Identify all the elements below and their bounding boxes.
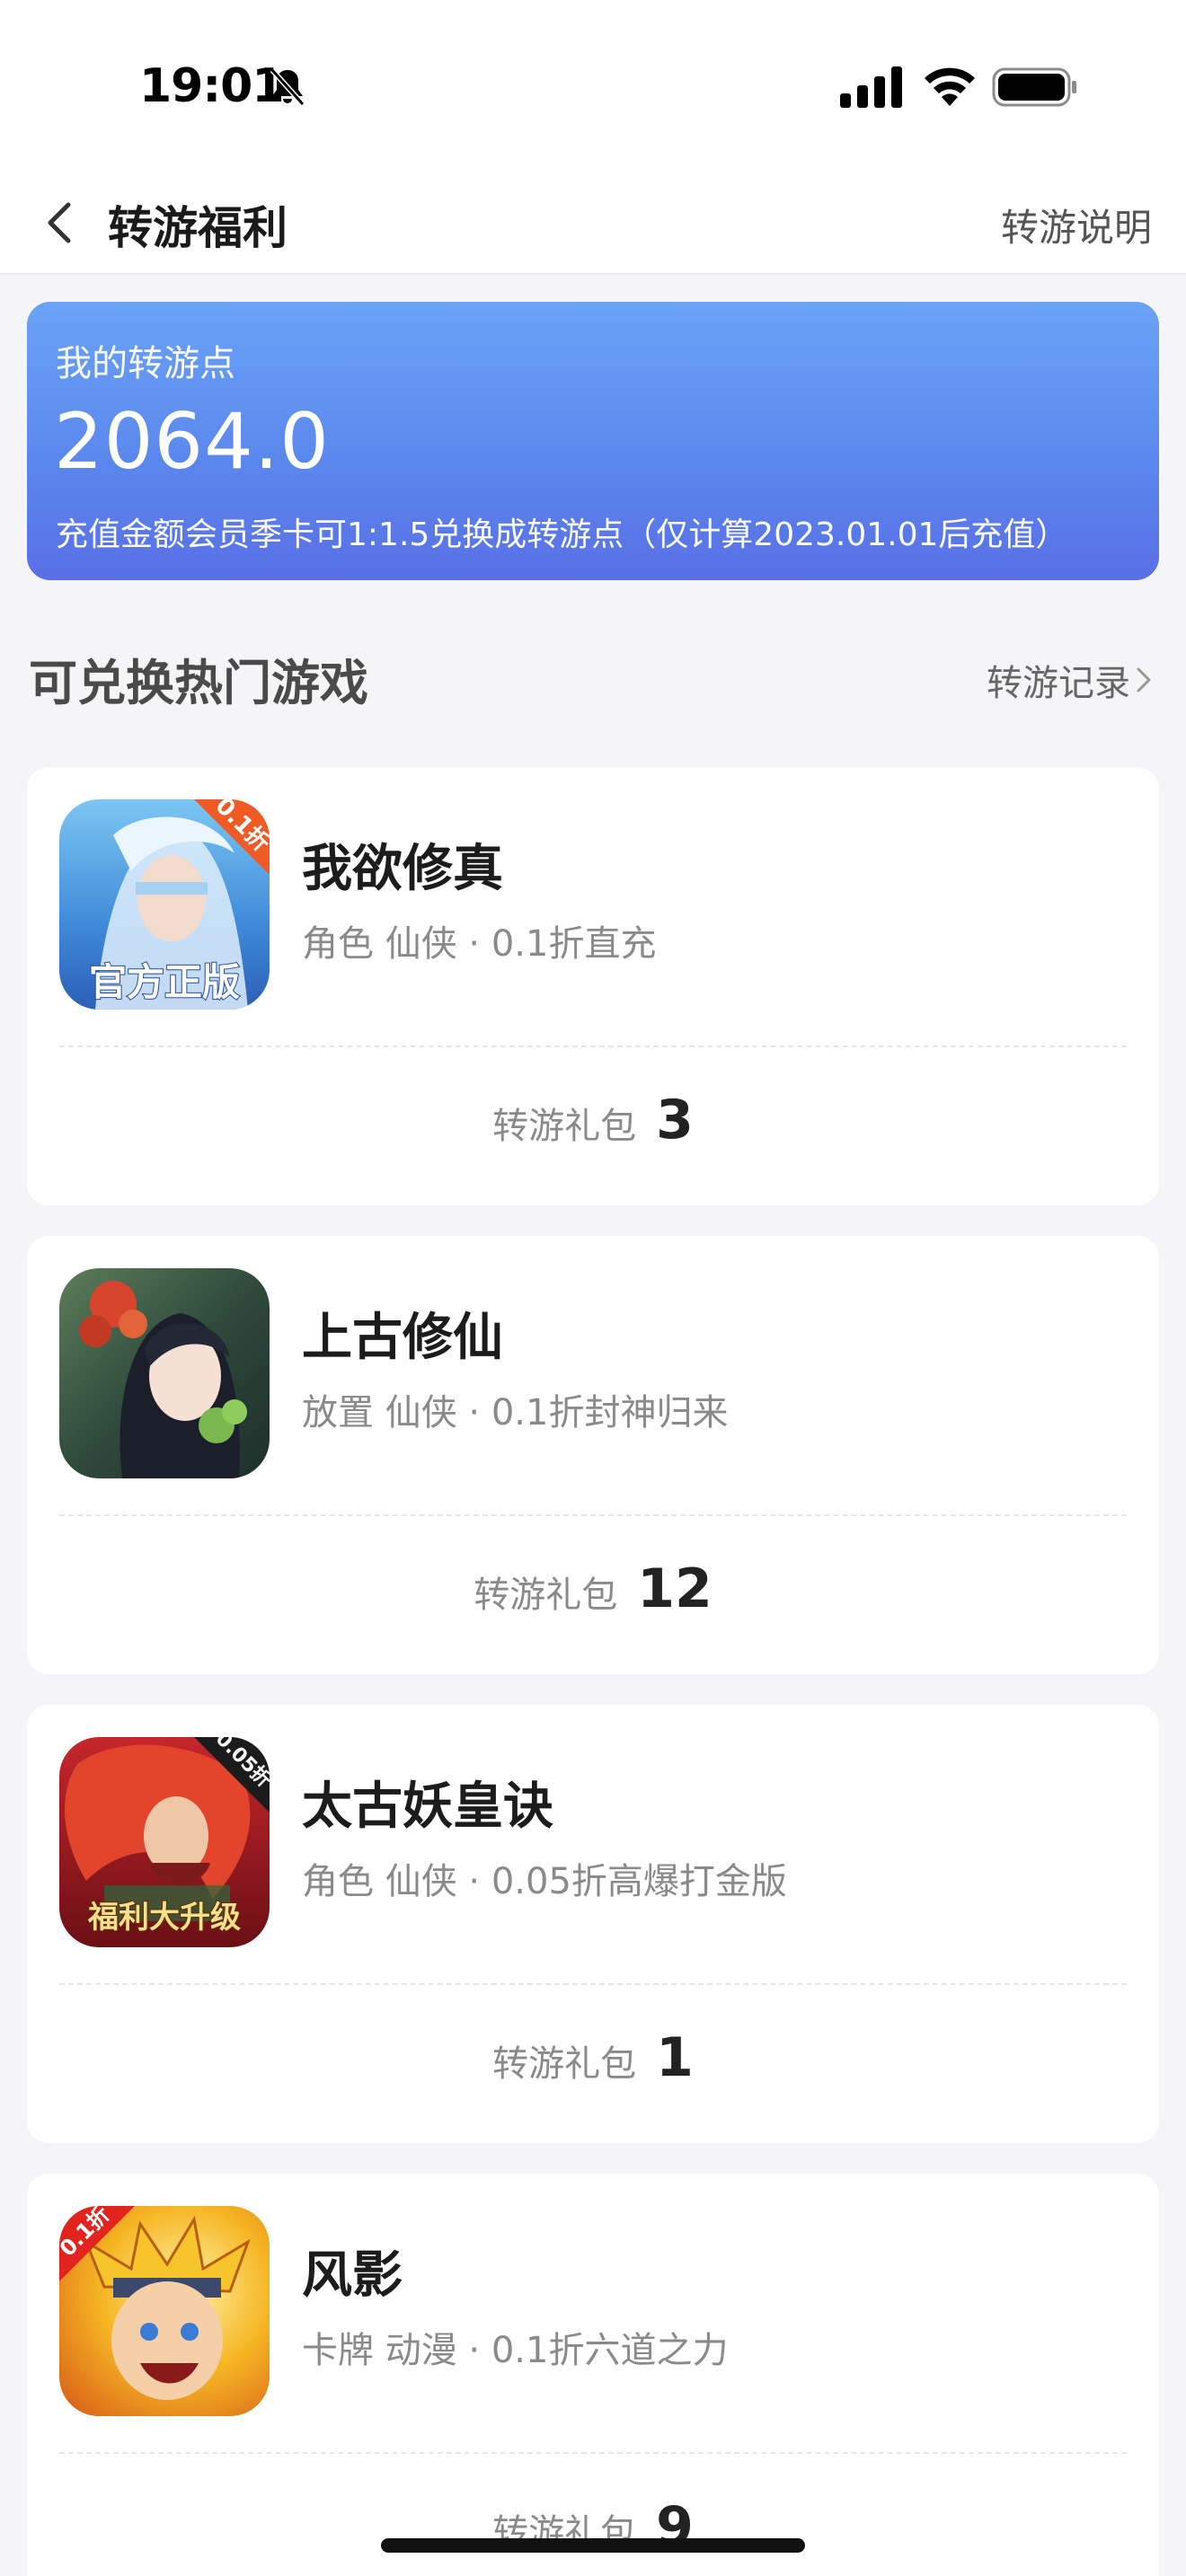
game-card[interactable]: 上古修仙 放置 仙侠 · 0.1折封神归来 转游礼包 12 [27,1236,1159,1674]
chevron-right-icon [1137,667,1151,693]
gift-row[interactable]: 转游礼包 1 [27,2026,1159,2089]
gift-row[interactable]: 转游礼包 12 [27,1557,1159,1620]
game-name: 上古修仙 [302,1309,503,1367]
game-card[interactable]: 0.1折 风影 卡牌 动漫 · 0.1折六道之力 转游礼包 9 [27,2174,1159,2576]
game-name: 我欲修真 [302,840,503,898]
gift-label: 转游礼包 [492,1106,637,1147]
game-card[interactable]: 0.05折 福利大升级 太古妖皇诀 角色 仙侠 · 0.05折高爆打金版 转游礼… [27,1705,1159,2143]
game-card[interactable]: 0.1折 官方正版 我欲修真 角色 仙侠 · 0.1折直充 转游礼包 3 [27,767,1159,1205]
page-title: 转游福利 [108,202,288,254]
points-card: 我的转游点 2064.0 充值金额会员季卡可1:1.5兑换成转游点（仅计算202… [27,302,1159,580]
divider [59,1983,1127,1985]
transfer-info-link[interactable]: 转游说明 [1001,198,1152,252]
points-note: 充值金额会员季卡可1:1.5兑换成转游点（仅计算2023.01.01后充值） [56,516,1068,553]
section-title: 可兑换热门游戏 [29,655,368,711]
gift-label: 转游礼包 [492,2043,637,2085]
game-icon[interactable]: 0.1折 官方正版 [59,799,270,1010]
transfer-records-link[interactable]: 转游记录 [987,654,1154,706]
game-icon-caption: 福利大升级 [87,1900,241,1936]
points-value: 2064.0 [54,397,330,487]
status-bar: 19:01 [0,0,1186,171]
divider [59,1514,1127,1516]
divider [59,1045,1127,1047]
game-icon[interactable]: 0.05折 福利大升级 [59,1737,270,1947]
gift-count: 12 [637,1557,712,1620]
nav-bar: 转游福利 转游说明 [0,171,1186,275]
points-label: 我的转游点 [56,343,235,384]
wifi-icon [925,67,975,106]
divider [59,2452,1127,2454]
game-icon[interactable] [59,1268,270,1478]
game-meta: 角色 仙侠 · 0.05折高爆打金版 [302,1861,787,1902]
chevron-left-icon[interactable] [36,196,86,250]
home-indicator[interactable] [381,2538,805,2553]
status-time: 19:01 [139,59,285,113]
gift-row[interactable]: 转游礼包 3 [27,1089,1159,1151]
game-icon-caption: 官方正版 [89,960,240,1004]
transfer-records-label: 转游记录 [987,663,1130,704]
game-icon[interactable]: 0.1折 [59,2206,270,2416]
game-meta: 角色 仙侠 · 0.1折直充 [302,923,657,965]
game-name: 太古妖皇诀 [302,1778,553,1836]
game-name: 风影 [302,2246,403,2305]
gift-count: 3 [656,1089,694,1151]
gift-count: 1 [656,2026,694,2089]
gift-label: 转游礼包 [474,1575,618,1616]
signal-icon [840,66,902,108]
game-meta: 卡牌 动漫 · 0.1折六道之力 [302,2330,729,2371]
bell-slash-icon [270,67,305,107]
game-meta: 放置 仙侠 · 0.1折封神归来 [302,1392,729,1434]
battery-icon [992,67,1076,107]
